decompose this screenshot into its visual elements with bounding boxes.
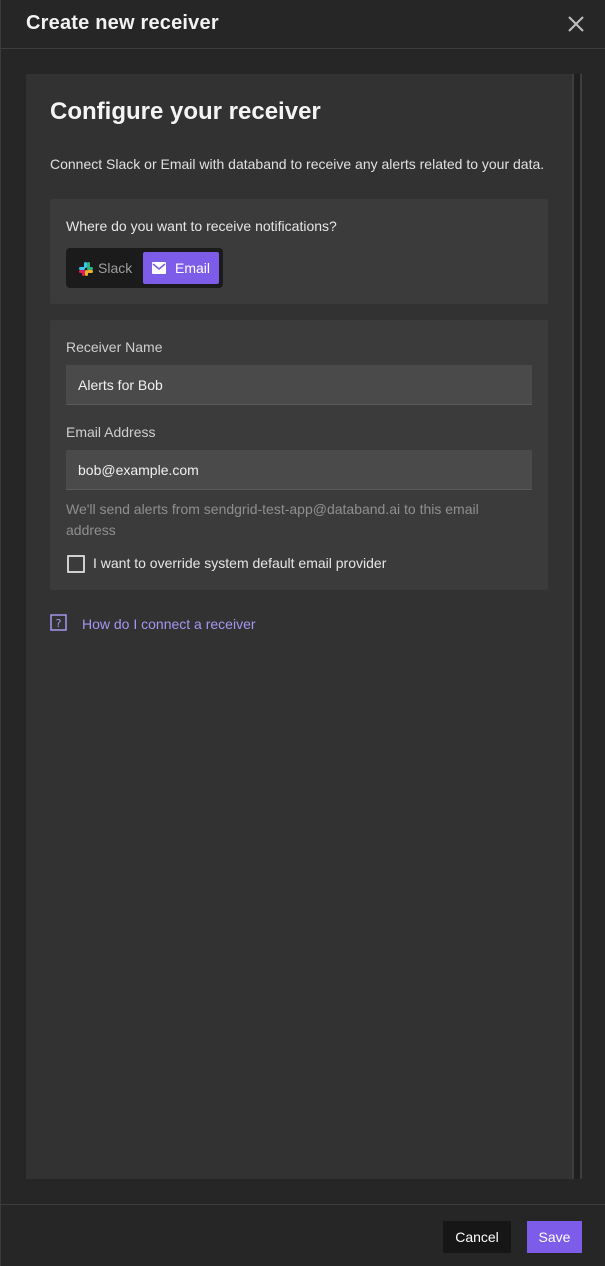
receiver-type-card: Where do you want to receive notificatio…	[50, 199, 548, 304]
email-helper-text: We'll send alerts from sendgrid-test-app…	[66, 501, 479, 538]
email-address-label: Email Address	[66, 424, 156, 440]
override-provider-checkbox[interactable]	[67, 555, 85, 573]
email-option[interactable]: Email	[143, 252, 219, 284]
receiver-name-input[interactable]	[66, 365, 532, 405]
save-button[interactable]: Save	[527, 1221, 582, 1253]
panel-scrollbar[interactable]	[572, 74, 582, 1179]
override-provider-label[interactable]: I want to override system default email …	[93, 555, 386, 571]
receiver-type-question: Where do you want to receive notificatio…	[66, 218, 337, 234]
email-address-input[interactable]	[66, 450, 532, 490]
panel-heading: Configure your receiver	[50, 98, 321, 125]
svg-text:?: ?	[56, 617, 62, 630]
receiver-type-toggle: Slack Email	[66, 248, 223, 288]
receiver-name-label: Receiver Name	[66, 339, 163, 355]
configure-panel: Configure your receiver Connect Slack or…	[26, 74, 572, 1179]
email-option-label: Email	[175, 260, 211, 276]
modal-header: Create new receiver	[1, 0, 605, 49]
panel-description: Connect Slack or Email with databand to …	[50, 156, 545, 172]
create-receiver-modal: Create new receiver Configure your recei…	[0, 0, 605, 1266]
close-button[interactable]	[565, 13, 587, 35]
receiver-form-card: Receiver Name Email Address We'll send a…	[50, 320, 548, 590]
slack-option-label: Slack	[98, 260, 133, 276]
question-icon: ?	[50, 614, 67, 631]
how-to-connect-link[interactable]: How do I connect a receiver	[82, 616, 256, 632]
cancel-button[interactable]: Cancel	[443, 1221, 511, 1253]
modal-footer: Cancel Save	[1, 1204, 605, 1266]
slack-icon	[79, 262, 93, 276]
mail-icon	[152, 262, 166, 274]
modal-title: Create new receiver	[26, 12, 219, 34]
slack-option[interactable]: Slack	[72, 252, 142, 284]
close-icon	[568, 16, 584, 32]
scrollbar-thumb[interactable]	[574, 74, 580, 1179]
